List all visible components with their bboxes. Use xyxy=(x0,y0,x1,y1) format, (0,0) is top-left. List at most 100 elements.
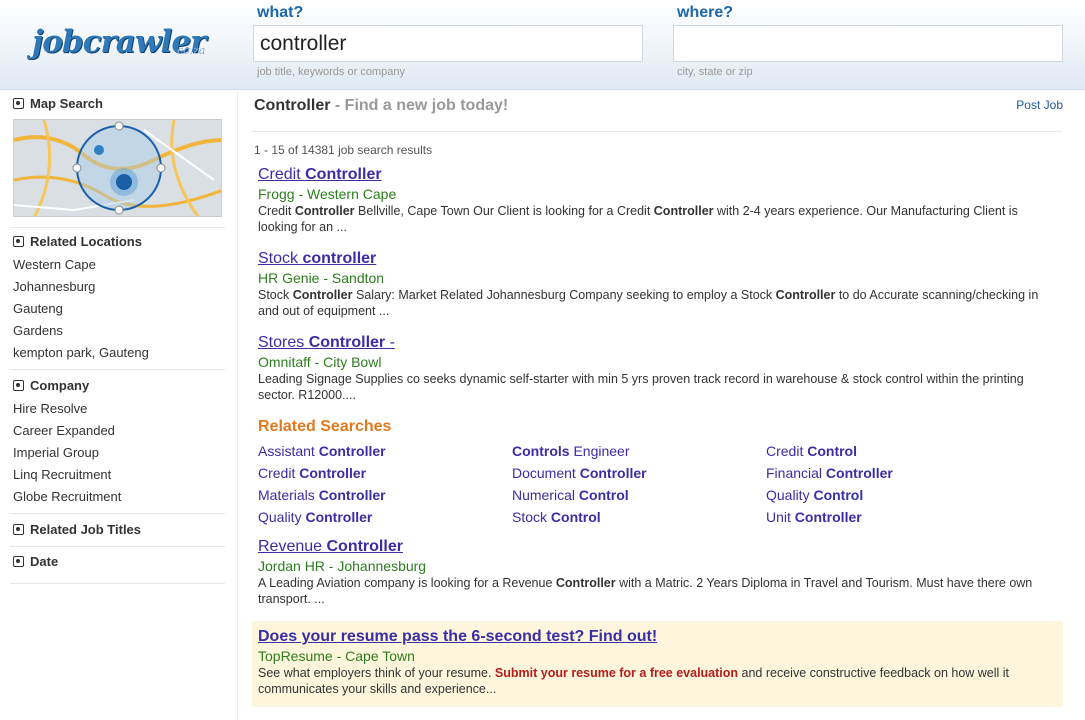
job-title-text: - xyxy=(385,334,395,351)
promo-text: See what employers think of your resume. xyxy=(258,666,495,680)
related-search-text: Quality xyxy=(766,487,814,503)
sidebar: Map Search Related Locations Western Cap… xyxy=(0,91,238,720)
job-title-text: Credit xyxy=(258,166,306,183)
collapse-icon xyxy=(13,236,24,247)
job-title-text: Revenue xyxy=(258,538,327,555)
snippet-text: A Leading Aviation company is looking fo… xyxy=(258,576,556,590)
related-search-link[interactable]: Quality Controller xyxy=(258,509,512,526)
related-search-link[interactable]: Controls Engineer xyxy=(512,443,766,460)
what-label: what? xyxy=(257,4,304,21)
map-image xyxy=(14,120,221,216)
related-search-link[interactable]: Assistant Controller xyxy=(258,443,512,460)
related-search-text: Unit xyxy=(766,509,795,525)
job-title-keyword: Controller xyxy=(305,166,382,183)
company-item[interactable]: Imperial Group xyxy=(13,445,99,460)
map-search-label: Map Search xyxy=(30,96,103,111)
sponsored-result: Does your resume pass the 6-second test?… xyxy=(252,621,1063,707)
snippet-text: Bellville, Cape Town Our Client is looki… xyxy=(354,204,654,218)
related-search-link[interactable]: Quality Control xyxy=(766,487,1020,504)
related-job-titles-label: Related Job Titles xyxy=(30,522,142,537)
divider xyxy=(10,227,225,228)
promo-content: Does your resume pass the 6-second test?… xyxy=(258,628,1058,697)
job-company: Frogg - Western Cape xyxy=(258,186,397,202)
related-search-link[interactable]: Credit Control xyxy=(766,443,1020,460)
related-search-keyword: Control xyxy=(813,487,864,503)
snippet-keyword: Controller xyxy=(775,288,836,302)
job-result: Stores Controller - Omnitaff - City Bowl… xyxy=(258,334,1058,403)
location-item[interactable]: Johannesburg xyxy=(13,279,95,294)
page-title-subtitle: - Find a new job today! xyxy=(330,97,509,114)
job-title-link[interactable]: Credit Controller xyxy=(258,166,1058,184)
job-result: Stock controller HR Genie - Sandton Stoc… xyxy=(258,250,1058,319)
job-title-keyword: controller xyxy=(302,250,377,267)
job-snippet: Credit Controller Bellville, Cape Town O… xyxy=(258,203,1058,235)
page-title: Controller - Find a new job today! xyxy=(254,97,508,115)
related-search-keyword: Controls xyxy=(512,443,570,459)
snippet-text: Credit xyxy=(258,204,295,218)
site-header: jobcrawler co.za what? job title, keywor… xyxy=(0,0,1085,90)
related-search-text: Document xyxy=(512,465,580,481)
promo-cta-link[interactable]: Submit your resume for a free evaluation xyxy=(495,666,738,680)
related-search-link[interactable]: Document Controller xyxy=(512,465,766,482)
divider xyxy=(252,131,1062,132)
results-panel: Controller - Find a new job today! Post … xyxy=(240,91,1085,720)
location-item[interactable]: kempton park, Gauteng xyxy=(13,345,149,360)
company-item[interactable]: Career Expanded xyxy=(13,423,115,438)
post-job-link[interactable]: Post Job xyxy=(1016,98,1063,112)
promo-snippet: See what employers think of your resume.… xyxy=(258,665,1058,697)
company-heading[interactable]: Company xyxy=(13,378,89,393)
related-search-link[interactable]: Stock Control xyxy=(512,509,766,526)
where-label: where? xyxy=(677,4,734,21)
where-hint: city, state or zip xyxy=(677,66,753,78)
job-title-link[interactable]: Stores Controller - xyxy=(258,334,1058,352)
promo-title-link[interactable]: Does your resume pass the 6-second test?… xyxy=(258,628,1058,646)
job-company: HR Genie - Sandton xyxy=(258,270,385,286)
related-search-text: Financial xyxy=(766,465,826,481)
location-item[interactable]: Gauteng xyxy=(13,301,63,316)
related-search-link[interactable]: Credit Controller xyxy=(258,465,512,482)
related-search-keyword: Control xyxy=(578,487,629,503)
where-search-input[interactable] xyxy=(673,25,1063,62)
related-search-link[interactable]: Unit Controller xyxy=(766,509,1020,526)
job-result: Revenue Controller Jordan HR - Johannesb… xyxy=(258,538,1058,607)
snippet-keyword: Controller xyxy=(653,204,714,218)
related-search-keyword: Controller xyxy=(579,465,647,481)
what-search-input[interactable] xyxy=(253,25,643,62)
related-search-text: Numerical xyxy=(512,487,579,503)
related-locations-label: Related Locations xyxy=(30,234,142,249)
company-item[interactable]: Linq Recruitment xyxy=(13,467,111,482)
job-title-text: Stores xyxy=(258,334,309,351)
collapse-icon xyxy=(13,556,24,567)
results-count: 1 - 15 of 14381 job search results xyxy=(254,143,433,157)
related-search-text: Engineer xyxy=(569,443,630,459)
related-searches-heading: Related Searches xyxy=(258,418,392,435)
company-item[interactable]: Globe Recruitment xyxy=(13,489,121,504)
related-search-link[interactable]: Numerical Control xyxy=(512,487,766,504)
job-result: Credit Controller Frogg - Western Cape C… xyxy=(258,166,1058,235)
related-locations-heading[interactable]: Related Locations xyxy=(13,234,142,249)
date-heading[interactable]: Date xyxy=(13,554,58,569)
related-search-text: Materials xyxy=(258,487,319,503)
site-logo[interactable]: jobcrawler co.za xyxy=(32,22,222,66)
what-hint: job title, keywords or company xyxy=(257,66,405,78)
company-item[interactable]: Hire Resolve xyxy=(13,401,87,416)
job-snippet: Stock Controller Salary: Market Related … xyxy=(258,287,1058,319)
related-job-titles-heading[interactable]: Related Job Titles xyxy=(13,522,141,537)
job-title-link[interactable]: Revenue Controller xyxy=(258,538,1058,556)
related-search-link[interactable]: Materials Controller xyxy=(258,487,512,504)
related-search-text: Quality xyxy=(258,509,306,525)
snippet-keyword: Controller xyxy=(294,204,355,218)
map-thumbnail[interactable] xyxy=(13,119,222,217)
related-search-keyword: Controller xyxy=(299,465,367,481)
date-label: Date xyxy=(30,554,59,569)
job-title-link[interactable]: Stock controller xyxy=(258,250,1058,268)
map-search-heading[interactable]: Map Search xyxy=(13,96,103,111)
location-item[interactable]: Gardens xyxy=(13,323,63,338)
collapse-icon xyxy=(13,98,24,109)
location-item[interactable]: Western Cape xyxy=(13,257,96,272)
related-search-text: Credit xyxy=(258,465,300,481)
divider xyxy=(10,546,225,547)
related-search-keyword: Control xyxy=(550,509,601,525)
related-search-link[interactable]: Financial Controller xyxy=(766,465,1020,482)
snippet-keyword: Controller xyxy=(292,288,353,302)
